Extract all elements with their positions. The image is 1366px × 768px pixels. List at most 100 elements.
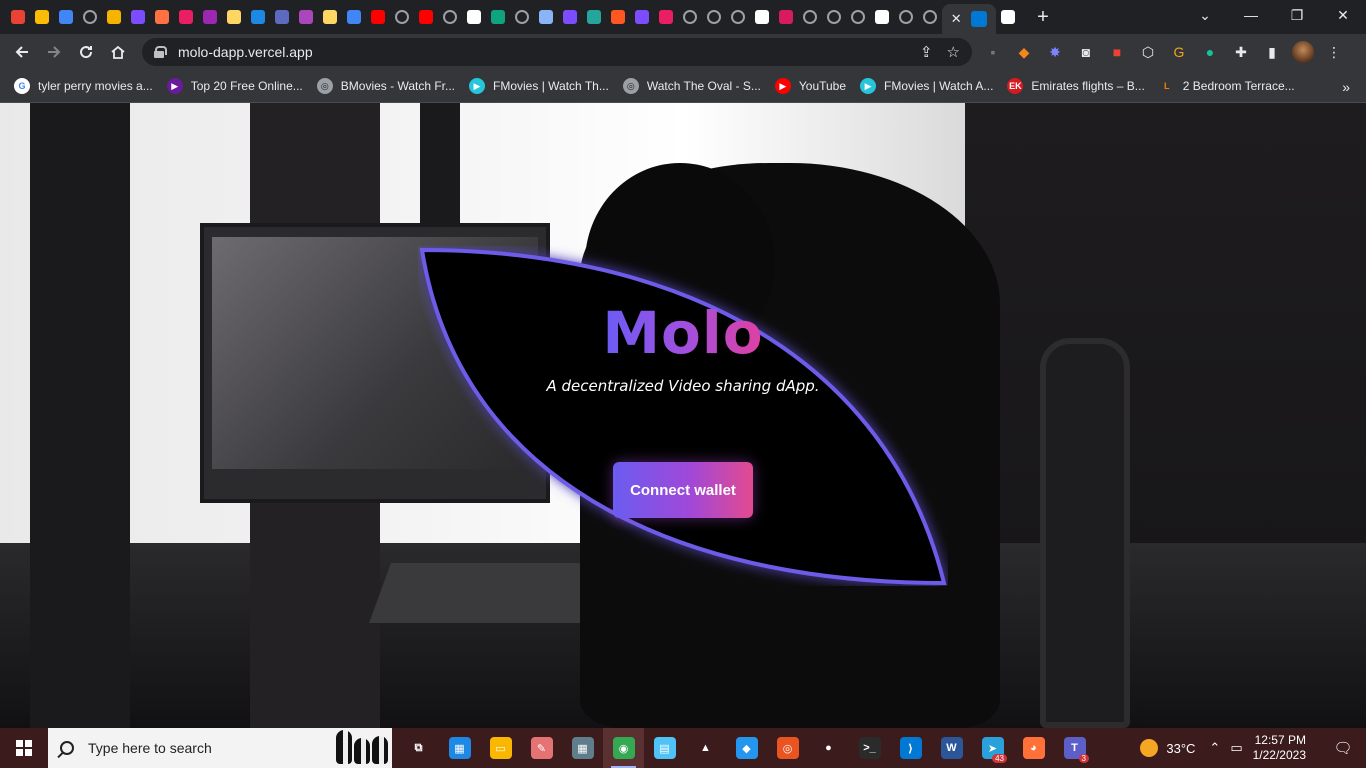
taskbar-app-penguin[interactable]: ●: [808, 728, 849, 768]
taskbar-search-box[interactable]: Type here to search: [48, 728, 392, 768]
tab-favicon[interactable]: [606, 4, 630, 30]
extension-star-icon[interactable]: ✸: [1044, 41, 1066, 63]
tab-favicon[interactable]: [798, 4, 822, 30]
menu-kebab-icon[interactable]: ⋮: [1323, 41, 1345, 63]
tab-favicon[interactable]: [366, 4, 390, 30]
taskbar-app-task-view[interactable]: ⧉: [398, 728, 439, 768]
bookmark-item[interactable]: ▶ YouTube: [773, 72, 854, 100]
bookmark-item[interactable]: L 2 Bedroom Terrace...: [1157, 72, 1303, 100]
tab-favicon[interactable]: [174, 4, 198, 30]
reload-button[interactable]: [70, 36, 102, 68]
minimize-button[interactable]: —: [1228, 0, 1274, 30]
bookmark-item[interactable]: ◎ BMovies - Watch Fr...: [315, 72, 463, 100]
close-tab-icon[interactable]: ✕: [951, 11, 962, 27]
grammarly-icon[interactable]: ●: [1199, 41, 1221, 63]
tab-favicon[interactable]: [894, 4, 918, 30]
tab-favicon[interactable]: [846, 4, 870, 30]
tab-favicon[interactable]: [390, 4, 414, 30]
weather-sun-icon[interactable]: [1140, 739, 1159, 757]
bookmark-item[interactable]: Gtyler perry movies a...: [12, 72, 161, 100]
bookmark-item[interactable]: EK Emirates flights – B...: [1005, 72, 1152, 100]
taskbar-app-telegram[interactable]: ➤ 43: [972, 728, 1013, 768]
forward-button[interactable]: [38, 36, 70, 68]
tab-favicon[interactable]: [510, 4, 534, 30]
new-tab-button[interactable]: +: [1028, 4, 1058, 30]
bookmarks-overflow-icon[interactable]: »: [1342, 70, 1350, 103]
bookmark-item[interactable]: ▶ FMovies | Watch Th...: [467, 72, 617, 100]
bookmark-item[interactable]: ▶ FMovies | Watch A...: [858, 72, 1001, 100]
tab-favicon[interactable]: [6, 4, 30, 30]
taskbar-app-docker[interactable]: ◆: [726, 728, 767, 768]
weather-temperature[interactable]: 33°C: [1166, 741, 1195, 756]
share-icon[interactable]: ⇪: [920, 43, 933, 61]
address-bar[interactable]: molo-dapp.vercel.app ⇪ ☆: [142, 38, 972, 66]
tab-favicon[interactable]: [630, 4, 654, 30]
tab-favicon[interactable]: [102, 4, 126, 30]
taskbar-app-terminal[interactable]: >_: [849, 728, 890, 768]
taskbar-app-notepad[interactable]: ▤: [644, 728, 685, 768]
tab-favicon[interactable]: [462, 4, 486, 30]
taskbar-app-calculator[interactable]: ▦: [562, 728, 603, 768]
tab-favicon[interactable]: [414, 4, 438, 30]
active-tab[interactable]: ✕: [942, 4, 996, 34]
taskbar-app-ubuntu[interactable]: ◎: [767, 728, 808, 768]
restore-button[interactable]: ❐: [1274, 0, 1320, 30]
bookmark-star-icon[interactable]: ☆: [947, 43, 960, 61]
notifications-icon[interactable]: 🗨: [1320, 728, 1366, 768]
back-button[interactable]: [6, 36, 38, 68]
taskbar-app-word[interactable]: W: [931, 728, 972, 768]
profile-avatar[interactable]: [1292, 41, 1314, 63]
tab-favicon[interactable]: [750, 4, 774, 30]
tab-favicon[interactable]: [726, 4, 750, 30]
tab-favicon[interactable]: [822, 4, 846, 30]
connect-wallet-button[interactable]: Connect wallet: [613, 462, 753, 518]
tab-favicon[interactable]: [438, 4, 462, 30]
home-button[interactable]: [102, 36, 134, 68]
taskbar-app-file-explorer[interactable]: ▭: [480, 728, 521, 768]
taskbar-app-firefox[interactable]: ◕: [1013, 728, 1054, 768]
tab-favicon[interactable]: [342, 4, 366, 30]
bookmark-item[interactable]: ◎ Watch The Oval - S...: [621, 72, 769, 100]
taskbar-clock[interactable]: 12:57 PM 1/22/2023: [1253, 733, 1306, 763]
lock-icon[interactable]: [154, 46, 167, 58]
tab-favicon[interactable]: [126, 4, 150, 30]
taskbar-app-paint[interactable]: ✎: [521, 728, 562, 768]
tab-favicon[interactable]: [54, 4, 78, 30]
tab-favicon[interactable]: [222, 4, 246, 30]
tab-favicon[interactable]: [654, 4, 678, 30]
tab-favicon[interactable]: [582, 4, 606, 30]
taskbar-app-vscode[interactable]: ⟩: [890, 728, 931, 768]
extension-icon[interactable]: ▪: [982, 41, 1004, 63]
tab-favicon[interactable]: [30, 4, 54, 30]
tab-favicon[interactable]: [246, 4, 270, 30]
tab-favicon[interactable]: [996, 4, 1020, 30]
extension-g-icon[interactable]: G: [1168, 41, 1190, 63]
tab-favicon[interactable]: [78, 4, 102, 30]
metamask-icon[interactable]: ◆: [1013, 41, 1035, 63]
tab-favicon[interactable]: [918, 4, 942, 30]
tab-favicon[interactable]: [558, 4, 582, 30]
taskbar-app-chrome[interactable]: ◉: [603, 728, 644, 768]
tab-favicon[interactable]: [702, 4, 726, 30]
taskbar-app-linux[interactable]: ▲: [685, 728, 726, 768]
tab-favicon[interactable]: [294, 4, 318, 30]
tab-favicon[interactable]: [150, 4, 174, 30]
cube-icon[interactable]: ⬡: [1137, 41, 1159, 63]
side-panel-icon[interactable]: ▮: [1261, 41, 1283, 63]
tab-favicon[interactable]: [486, 4, 510, 30]
extensions-puzzle-icon[interactable]: ✚: [1230, 41, 1252, 63]
tab-search-dropdown-icon[interactable]: ⌄: [1182, 0, 1228, 30]
camera-icon[interactable]: ◙: [1075, 41, 1097, 63]
tab-favicon[interactable]: [678, 4, 702, 30]
tab-favicon[interactable]: [198, 4, 222, 30]
taskbar-app-teams[interactable]: T3: [1054, 728, 1095, 768]
tab-favicon[interactable]: [870, 4, 894, 30]
bookmark-item[interactable]: ▶ Top 20 Free Online...: [165, 72, 311, 100]
close-window-button[interactable]: ✕: [1320, 0, 1366, 30]
tab-favicon[interactable]: [774, 4, 798, 30]
tab-favicon[interactable]: [534, 4, 558, 30]
extension-color-icon[interactable]: ■: [1106, 41, 1128, 63]
url-text[interactable]: molo-dapp.vercel.app: [178, 44, 313, 60]
tray-expand-icon[interactable]: ⌃: [1209, 740, 1220, 756]
tab-favicon[interactable]: [318, 4, 342, 30]
